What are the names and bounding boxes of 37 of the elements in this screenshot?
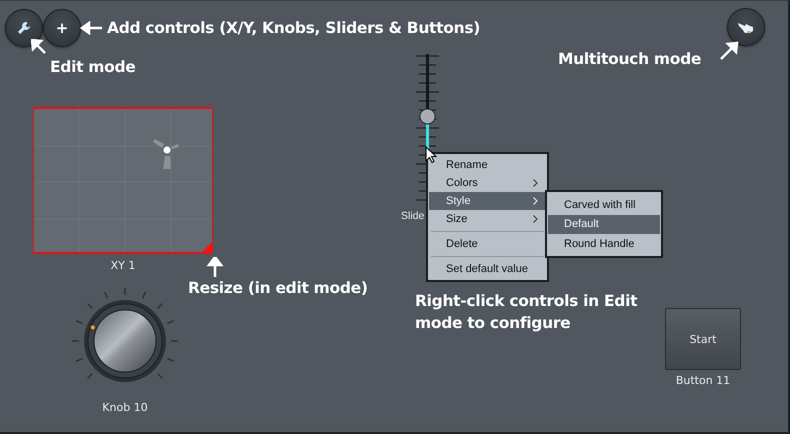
arrow-icon [206, 257, 224, 277]
menu-item[interactable]: Colors [429, 174, 546, 192]
chevron-icon [533, 179, 538, 187]
arrow-icon [31, 39, 47, 55]
arrow-icon [80, 21, 104, 35]
annotation-text: Resize (in edit mode) [188, 278, 368, 299]
add-control-button[interactable]: + [43, 9, 81, 47]
multitouch-button[interactable] [727, 8, 765, 46]
wrench-icon [16, 20, 32, 36]
hand-icon [737, 20, 755, 34]
menu-item[interactable]: Rename [429, 156, 546, 174]
edit-mode-button[interactable] [5, 9, 43, 47]
arrow-icon [719, 41, 739, 61]
annotation-text: Edit mode [50, 57, 136, 78]
xy-handle[interactable] [153, 139, 179, 169]
chevron-icon [533, 197, 538, 205]
menu-item[interactable]: Default [548, 214, 660, 234]
menu-item[interactable]: Delete [429, 235, 546, 253]
menu-item[interactable]: Carved with fill [548, 195, 660, 214]
menu-item[interactable]: Set default value [429, 260, 546, 278]
menu-item[interactable]: Size [429, 210, 546, 228]
control-label: Button 11 [674, 374, 732, 387]
annotation-text: Add controls (X/Y, Knobs, Sliders & Buttons) [107, 18, 480, 39]
resize-grip-icon[interactable] [202, 242, 212, 252]
menu-item[interactable]: Style [429, 192, 546, 210]
control-label: Slide [401, 210, 424, 222]
slider-thumb[interactable] [420, 108, 436, 124]
control-label: XY 1 [110, 259, 136, 272]
knob[interactable] [84, 300, 166, 382]
mouse-pointer-icon [425, 146, 437, 164]
menu-item[interactable]: Round Handle [548, 234, 660, 254]
chevron-icon [533, 215, 538, 223]
control-label: Knob 10 [101, 401, 149, 414]
knob-indicator [90, 325, 95, 330]
annotation-text: Right-click controls in Edit mode to configure [415, 291, 638, 334]
annotation-text: Multitouch mode [558, 49, 702, 70]
start-button[interactable]: Start [665, 308, 741, 370]
